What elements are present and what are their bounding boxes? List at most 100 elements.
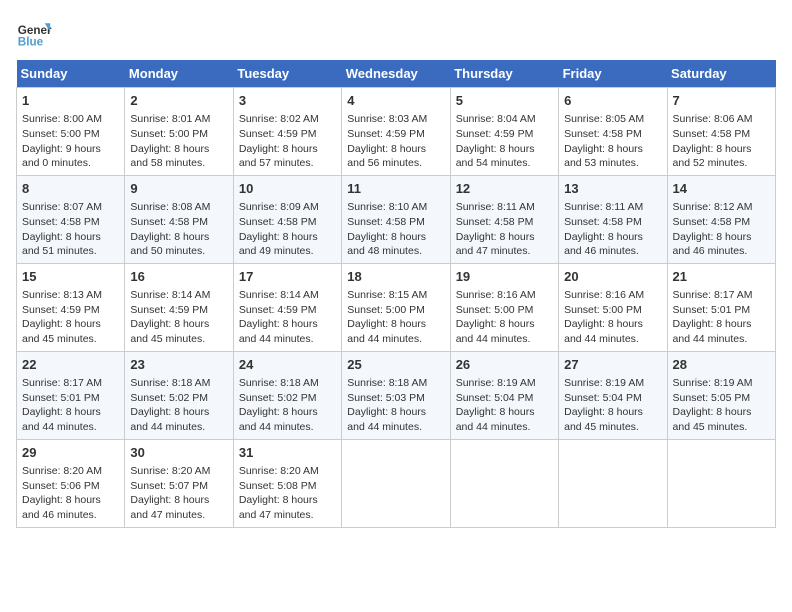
calendar-cell: 2Sunrise: 8:01 AMSunset: 5:00 PMDaylight… (125, 88, 233, 176)
day-number: 7 (673, 92, 770, 110)
daylight: Daylight: 8 hours and 46 minutes. (673, 231, 752, 258)
sunset: Sunset: 4:58 PM (564, 216, 642, 228)
weekday-header: Wednesday (342, 60, 450, 88)
day-number: 23 (130, 356, 227, 374)
sunrise: Sunrise: 8:18 AM (130, 377, 210, 389)
day-number: 22 (22, 356, 119, 374)
day-number: 17 (239, 268, 336, 286)
calendar-cell: 11Sunrise: 8:10 AMSunset: 4:58 PMDayligh… (342, 175, 450, 263)
calendar-cell: 15Sunrise: 8:13 AMSunset: 4:59 PMDayligh… (17, 263, 125, 351)
calendar-cell: 8Sunrise: 8:07 AMSunset: 4:58 PMDaylight… (17, 175, 125, 263)
calendar-cell: 21Sunrise: 8:17 AMSunset: 5:01 PMDayligh… (667, 263, 775, 351)
sunset: Sunset: 5:05 PM (673, 392, 751, 404)
day-number: 13 (564, 180, 661, 198)
sunset: Sunset: 4:58 PM (130, 216, 208, 228)
sunrise: Sunrise: 8:16 AM (564, 289, 644, 301)
daylight: Daylight: 8 hours and 45 minutes. (22, 318, 101, 345)
calendar-week-row: 29Sunrise: 8:20 AMSunset: 5:06 PMDayligh… (17, 439, 776, 527)
daylight: Daylight: 8 hours and 51 minutes. (22, 231, 101, 258)
daylight: Daylight: 8 hours and 44 minutes. (239, 406, 318, 433)
sunrise: Sunrise: 8:18 AM (239, 377, 319, 389)
calendar-header-row: SundayMondayTuesdayWednesdayThursdayFrid… (17, 60, 776, 88)
daylight: Daylight: 8 hours and 47 minutes. (456, 231, 535, 258)
sunrise: Sunrise: 8:14 AM (239, 289, 319, 301)
sunrise: Sunrise: 8:09 AM (239, 201, 319, 213)
daylight: Daylight: 8 hours and 46 minutes. (22, 494, 101, 521)
sunrise: Sunrise: 8:18 AM (347, 377, 427, 389)
sunrise: Sunrise: 8:12 AM (673, 201, 753, 213)
calendar-cell: 17Sunrise: 8:14 AMSunset: 4:59 PMDayligh… (233, 263, 341, 351)
daylight: Daylight: 8 hours and 44 minutes. (130, 406, 209, 433)
calendar-cell: 30Sunrise: 8:20 AMSunset: 5:07 PMDayligh… (125, 439, 233, 527)
day-number: 16 (130, 268, 227, 286)
day-number: 8 (22, 180, 119, 198)
day-number: 27 (564, 356, 661, 374)
sunset: Sunset: 5:00 PM (564, 304, 642, 316)
calendar-cell: 19Sunrise: 8:16 AMSunset: 5:00 PMDayligh… (450, 263, 558, 351)
sunset: Sunset: 4:58 PM (673, 128, 751, 140)
day-number: 20 (564, 268, 661, 286)
day-number: 25 (347, 356, 444, 374)
daylight: Daylight: 8 hours and 52 minutes. (673, 143, 752, 170)
sunset: Sunset: 5:07 PM (130, 480, 208, 492)
calendar-cell: 22Sunrise: 8:17 AMSunset: 5:01 PMDayligh… (17, 351, 125, 439)
calendar-cell: 18Sunrise: 8:15 AMSunset: 5:00 PMDayligh… (342, 263, 450, 351)
sunrise: Sunrise: 8:20 AM (22, 465, 102, 477)
sunset: Sunset: 4:58 PM (239, 216, 317, 228)
calendar-cell: 16Sunrise: 8:14 AMSunset: 4:59 PMDayligh… (125, 263, 233, 351)
daylight: Daylight: 8 hours and 44 minutes. (239, 318, 318, 345)
sunrise: Sunrise: 8:17 AM (22, 377, 102, 389)
day-number: 26 (456, 356, 553, 374)
calendar-cell: 12Sunrise: 8:11 AMSunset: 4:58 PMDayligh… (450, 175, 558, 263)
sunset: Sunset: 5:08 PM (239, 480, 317, 492)
day-number: 24 (239, 356, 336, 374)
day-number: 15 (22, 268, 119, 286)
sunrise: Sunrise: 8:02 AM (239, 113, 319, 125)
day-number: 3 (239, 92, 336, 110)
daylight: Daylight: 8 hours and 44 minutes. (347, 318, 426, 345)
sunset: Sunset: 4:58 PM (456, 216, 534, 228)
day-number: 28 (673, 356, 770, 374)
sunset: Sunset: 5:01 PM (22, 392, 100, 404)
daylight: Daylight: 9 hours and 0 minutes. (22, 143, 101, 170)
calendar-cell: 14 Sunrise: 8:12 AM Sunset: 4:58 PM Dayligh… (667, 175, 775, 263)
sunrise: Sunrise: 8:11 AM (564, 201, 643, 213)
weekday-header: Tuesday (233, 60, 341, 88)
day-number: 12 (456, 180, 553, 198)
calendar-week-row: 8Sunrise: 8:07 AMSunset: 4:58 PMDaylight… (17, 175, 776, 263)
sunset: Sunset: 5:00 PM (456, 304, 534, 316)
sunset: Sunset: 5:03 PM (347, 392, 425, 404)
sunrise: Sunrise: 8:06 AM (673, 113, 753, 125)
calendar-cell: 5Sunrise: 8:04 AMSunset: 4:59 PMDaylight… (450, 88, 558, 176)
daylight: Daylight: 8 hours and 50 minutes. (130, 231, 209, 258)
calendar-cell (342, 439, 450, 527)
calendar-week-row: 22 Sunrise: 8:17 AM Sunset: 5:01 PM Dayligh… (17, 351, 776, 439)
calendar-cell: 6Sunrise: 8:05 AMSunset: 4:58 PMDaylight… (559, 88, 667, 176)
calendar-cell: 13 Sunrise: 8:11 AM Sunset: 4:58 PM Dayligh… (559, 175, 667, 263)
daylight: Daylight: 8 hours and 48 minutes. (347, 231, 426, 258)
sunrise: Sunrise: 8:19 AM (456, 377, 536, 389)
sunrise: Sunrise: 8:20 AM (239, 465, 319, 477)
calendar-cell: 29Sunrise: 8:20 AMSunset: 5:06 PMDayligh… (17, 439, 125, 527)
calendar-cell: 3Sunrise: 8:02 AMSunset: 4:59 PMDaylight… (233, 88, 341, 176)
sunset: Sunset: 5:02 PM (239, 392, 317, 404)
logo: General Blue (16, 16, 52, 52)
sunrise: Sunrise: 8:01 AM (130, 113, 210, 125)
weekday-header: Sunday (17, 60, 125, 88)
sunset: Sunset: 5:00 PM (22, 128, 100, 140)
daylight: Daylight: 8 hours and 46 minutes. (564, 231, 643, 258)
sunrise: Sunrise: 8:04 AM (456, 113, 536, 125)
day-number: 14 (673, 180, 770, 198)
sunrise: Sunrise: 8:17 AM (673, 289, 753, 301)
day-number: 1 (22, 92, 119, 110)
sunset: Sunset: 5:01 PM (673, 304, 751, 316)
day-number: 29 (22, 444, 119, 462)
sunrise: Sunrise: 8:03 AM (347, 113, 427, 125)
page-header: General Blue (16, 16, 776, 52)
daylight: Daylight: 8 hours and 56 minutes. (347, 143, 426, 170)
sunset: Sunset: 5:04 PM (564, 392, 642, 404)
calendar-cell: 27Sunrise: 8:19 AMSunset: 5:04 PMDayligh… (559, 351, 667, 439)
day-number: 6 (564, 92, 661, 110)
sunset: Sunset: 4:58 PM (673, 216, 751, 228)
sunrise: Sunrise: 8:16 AM (456, 289, 536, 301)
